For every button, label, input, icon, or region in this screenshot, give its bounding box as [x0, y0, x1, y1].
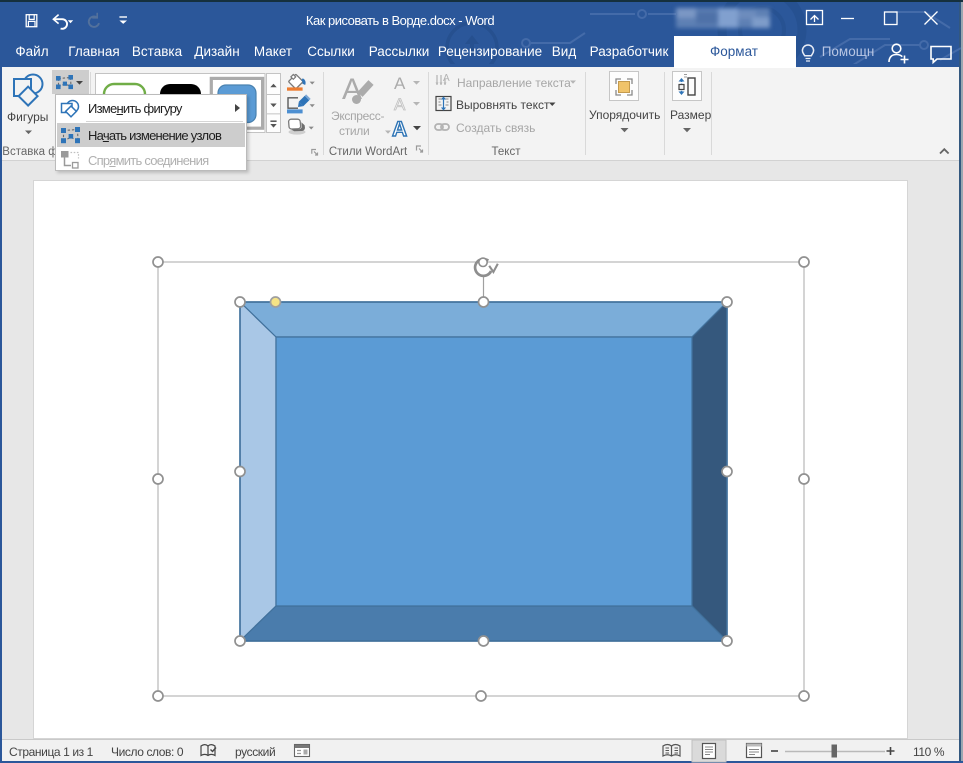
svg-text:A: A: [394, 95, 406, 114]
svg-text:A: A: [392, 118, 407, 141]
svg-text:A: A: [394, 74, 406, 93]
svg-text:А: А: [443, 73, 450, 84]
